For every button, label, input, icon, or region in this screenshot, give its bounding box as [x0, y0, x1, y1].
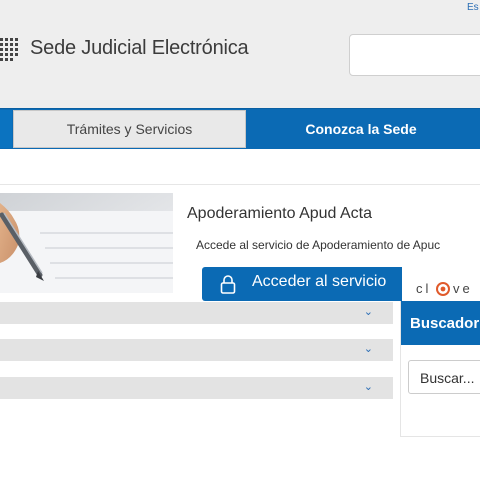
clave-logo-icon: cl ve [416, 281, 473, 296]
access-service-label: Acceder al servicio [252, 273, 387, 290]
header-search-input[interactable] [349, 34, 480, 76]
access-service-button[interactable]: Acceder al servicio [202, 267, 402, 301]
chevron-down-icon: ⌄ [363, 381, 373, 393]
pen-document-photo [0, 193, 173, 293]
search-panel-header: Buscador [401, 301, 480, 345]
clave-logo: cl ve [413, 278, 480, 300]
service-description: Accede al servicio de Apoderamiento de A… [196, 238, 441, 252]
accordion-item[interactable]: ⌄ [0, 377, 393, 399]
chevron-down-icon: ⌄ [363, 343, 373, 355]
lock-icon [220, 275, 236, 294]
accordion-item[interactable]: ⌄ [0, 339, 393, 361]
grid-logo-icon [0, 38, 18, 61]
language-link[interactable]: Es [467, 2, 479, 13]
service-title: Apoderamiento Apud Acta [187, 205, 373, 222]
tab-tramites-servicios[interactable]: Trámites y Servicios [13, 110, 246, 148]
divider [0, 184, 480, 185]
nav-tab-home[interactable] [0, 110, 12, 148]
tab-conozca-sede[interactable]: Conozca la Sede [248, 110, 474, 148]
svg-text:ve: ve [453, 281, 473, 296]
chevron-down-icon: ⌄ [363, 306, 373, 318]
accordion-item[interactable]: ⌄ [0, 302, 393, 324]
search-panel-title: Buscador [410, 315, 480, 332]
search-input[interactable]: Buscar... [408, 360, 480, 394]
site-title[interactable]: Sede Judicial Electrónica [30, 37, 249, 60]
svg-text:cl: cl [416, 281, 431, 296]
search-input-value: Buscar... [420, 370, 475, 386]
